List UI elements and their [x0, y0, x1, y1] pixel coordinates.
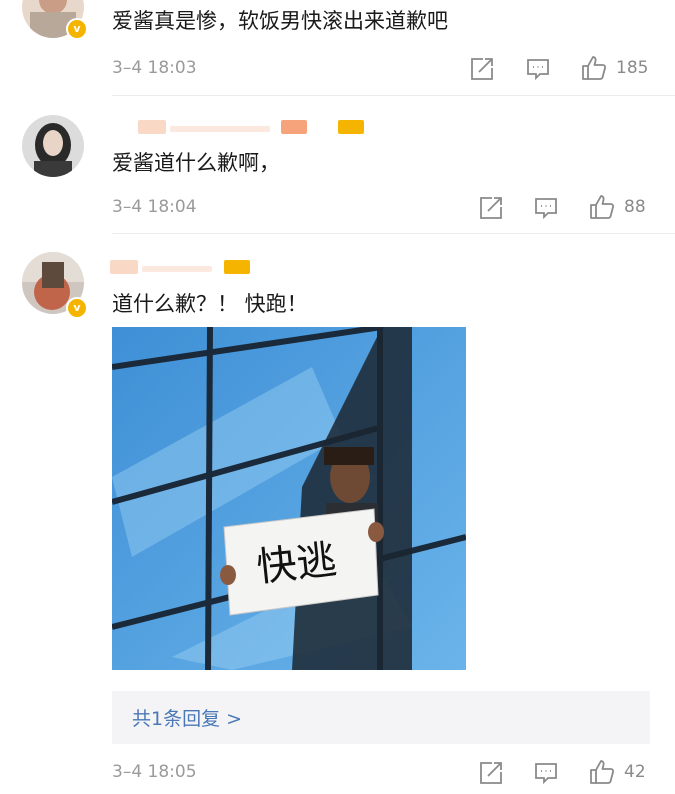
comment-icon	[535, 763, 557, 785]
share-icon	[480, 762, 502, 784]
comment-time: 3–4 18:05	[112, 762, 197, 782]
like-count: 42	[624, 762, 646, 782]
thumbs-up-icon	[582, 56, 607, 80]
comment-button[interactable]	[533, 760, 559, 786]
comment-icon	[527, 59, 549, 81]
share-icon	[480, 197, 502, 219]
avatar[interactable]	[22, 115, 84, 177]
username-redacted	[142, 266, 212, 272]
like-count: 185	[616, 58, 649, 78]
verified-badge-icon: v	[66, 18, 88, 40]
view-replies-link[interactable]: 共1条回复 >	[132, 704, 242, 731]
like-button[interactable]: 185	[580, 54, 648, 82]
share-button[interactable]	[469, 56, 495, 82]
comment-text: 爱酱道什么歉啊，	[112, 151, 280, 175]
comment-text: 爱酱真是惨，软饭男快滚出来道歉吧	[112, 9, 448, 33]
like-button[interactable]: 42	[588, 758, 646, 786]
comment-icon	[535, 198, 557, 220]
thumbs-up-icon	[590, 195, 615, 219]
divider	[112, 95, 675, 96]
username-redacted	[281, 120, 307, 134]
sign-text: 快逃	[255, 537, 339, 591]
username-redacted	[170, 126, 270, 132]
comment-text: 道什么歉？！ 快跑！	[112, 292, 308, 316]
user-level-badge	[224, 260, 250, 274]
like-button[interactable]: 88	[588, 193, 646, 221]
comment-button[interactable]	[533, 195, 559, 221]
comment-time: 3–4 18:03	[112, 58, 197, 78]
divider	[112, 233, 675, 234]
reply-summary[interactable]: 共1条回复 >	[112, 691, 650, 744]
share-icon	[471, 58, 493, 80]
comment-time: 3–4 18:04	[112, 197, 197, 217]
comment-button[interactable]	[525, 56, 551, 82]
user-level-badge	[338, 120, 364, 134]
username-redacted	[110, 260, 138, 274]
share-button[interactable]	[478, 195, 504, 221]
username-redacted	[138, 120, 166, 134]
comment-image[interactable]: 快逃	[112, 327, 466, 670]
share-button[interactable]	[478, 760, 504, 786]
verified-badge-icon: v	[66, 297, 88, 319]
like-count: 88	[624, 197, 646, 217]
thumbs-up-icon	[590, 760, 615, 784]
